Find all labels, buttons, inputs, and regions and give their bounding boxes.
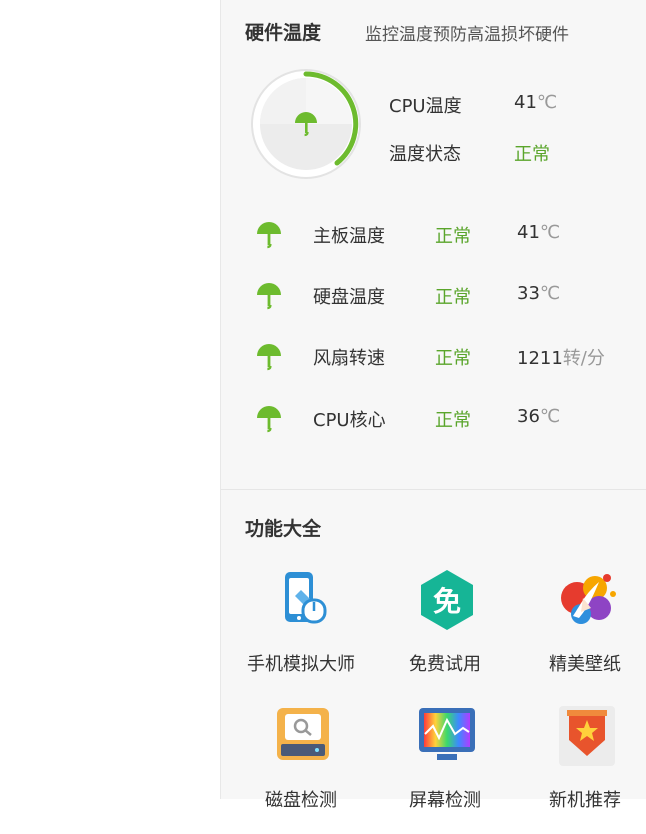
disk-check-icon — [277, 708, 329, 760]
sensor-status: 正常 — [435, 226, 471, 247]
temp-state-value: 正常 — [514, 144, 550, 165]
tool-label: 新机推荐 — [549, 790, 621, 811]
tool-screen-check[interactable]: 屏幕检测 — [375, 704, 515, 834]
tool-disk-check[interactable]: 磁盘检测 — [231, 704, 371, 834]
free-trial-icon: 免 — [421, 570, 473, 630]
umbrella-icon — [257, 222, 281, 249]
tool-free-trial[interactable]: 免 免费试用 — [375, 568, 515, 698]
sensor-name: 主板温度 — [313, 226, 385, 247]
cpu-temp-value: 41℃ — [514, 92, 558, 113]
tool-label: 磁盘检测 — [265, 790, 337, 811]
wallpaper-icon — [561, 574, 616, 624]
tool-new-device[interactable]: 新机推荐 — [515, 704, 646, 834]
sensor-value: 36℃ — [517, 406, 561, 427]
sensor-name: CPU核心 — [313, 410, 386, 431]
cpu-temp-label: CPU温度 — [389, 96, 462, 117]
sensor-name: 风扇转速 — [313, 348, 385, 369]
sensor-name: 硬盘温度 — [313, 287, 385, 308]
sensor-row-fan: 风扇转速 正常 1211转/分 — [255, 342, 635, 372]
umbrella-icon — [257, 283, 281, 310]
umbrella-icon — [257, 344, 281, 371]
tool-label: 精美壁纸 — [549, 654, 621, 675]
left-blank-area — [0, 0, 221, 799]
phone-emulator-icon — [285, 572, 327, 624]
tool-phone-emulator[interactable]: 手机模拟大师 — [231, 568, 371, 698]
temp-state-label: 温度状态 — [389, 144, 461, 165]
sensor-status: 正常 — [435, 287, 471, 308]
sensor-value: 33℃ — [517, 283, 561, 304]
sensor-value: 41℃ — [517, 222, 561, 243]
tool-label: 手机模拟大师 — [247, 654, 355, 675]
sensor-row-disk: 硬盘温度 正常 33℃ — [255, 281, 635, 311]
umbrella-icon — [257, 406, 281, 433]
sensor-status: 正常 — [435, 348, 471, 369]
screen-check-icon — [419, 708, 475, 760]
new-device-icon — [559, 706, 615, 766]
cpu-temp-gauge — [251, 64, 361, 184]
svg-text:免: 免 — [433, 585, 461, 618]
functions-title: 功能大全 — [245, 518, 322, 540]
tool-label: 免费试用 — [409, 654, 481, 675]
section-divider — [221, 489, 646, 490]
hardware-panel: 硬件温度 监控温度预防高温损坏硬件 CPU温度 41℃ 温度状态 正常 主板温度… — [221, 0, 646, 811]
tool-label: 屏幕检测 — [409, 790, 481, 811]
hardware-temp-title: 硬件温度 — [245, 22, 322, 44]
sensor-row-motherboard: 主板温度 正常 41℃ — [255, 220, 635, 250]
sensor-row-cpu-core: CPU核心 正常 36℃ — [255, 404, 635, 434]
sensor-value: 1211转/分 — [517, 348, 605, 369]
sensor-status: 正常 — [435, 410, 471, 431]
hardware-temp-subtitle: 监控温度预防高温损坏硬件 — [365, 25, 569, 45]
tool-wallpaper[interactable]: 精美壁纸 — [515, 568, 646, 698]
